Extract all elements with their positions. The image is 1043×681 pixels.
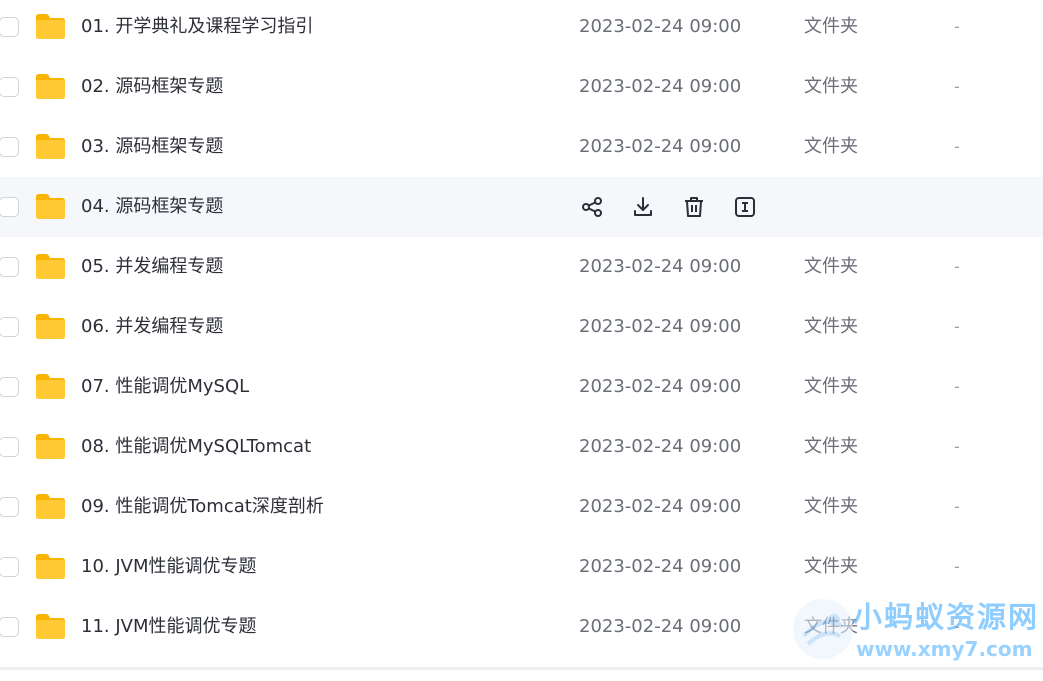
file-type: 文件夹: [804, 556, 858, 577]
modified-date: 2023-02-24 09:00: [579, 496, 742, 517]
row-checkbox[interactable]: [0, 77, 19, 97]
folder-icon: [36, 314, 65, 339]
modified-date: 2023-02-24 09:00: [579, 136, 742, 157]
file-size: -: [954, 17, 960, 36]
file-row[interactable]: 02. 源码框架专题 2023-02-24 09:00 文件夹 -: [0, 57, 1043, 117]
download-icon[interactable]: [629, 193, 657, 221]
delete-icon[interactable]: [680, 193, 708, 221]
file-row[interactable]: 06. 并发编程专题 2023-02-24 09:00 文件夹 -: [0, 297, 1043, 357]
folder-icon: [36, 254, 65, 279]
row-checkbox[interactable]: [0, 497, 19, 517]
modified-date: 2023-02-24 09:00: [579, 16, 742, 37]
row-checkbox[interactable]: [0, 617, 19, 637]
file-row-hovered[interactable]: 04. 源码框架专题: [0, 177, 1043, 237]
file-type: 文件夹: [804, 436, 858, 457]
modified-date: 2023-02-24 09:00: [579, 316, 742, 337]
file-name[interactable]: 05. 并发编程专题: [81, 237, 223, 297]
folder-icon: [36, 614, 65, 639]
row-checkbox[interactable]: [0, 137, 19, 157]
folder-icon: [36, 194, 65, 219]
file-name[interactable]: 03. 源码框架专题: [81, 117, 223, 177]
file-name[interactable]: 01. 开学典礼及课程学习指引: [81, 0, 313, 57]
file-size: -: [954, 77, 960, 96]
file-size: -: [954, 377, 960, 396]
file-name[interactable]: 08. 性能调优MySQLTomcat: [81, 417, 311, 477]
file-type: 文件夹: [804, 136, 858, 157]
row-checkbox[interactable]: [0, 197, 19, 217]
file-name[interactable]: 09. 性能调优Tomcat深度剖析: [81, 477, 324, 537]
modified-date: 2023-02-24 09:00: [579, 256, 742, 277]
file-row[interactable]: 01. 开学典礼及课程学习指引 2023-02-24 09:00 文件夹 -: [0, 0, 1043, 57]
modified-date: 2023-02-24 09:00: [579, 376, 742, 397]
folder-icon: [36, 74, 65, 99]
file-row[interactable]: 03. 源码框架专题 2023-02-24 09:00 文件夹 -: [0, 117, 1043, 177]
file-row[interactable]: 05. 并发编程专题 2023-02-24 09:00 文件夹 -: [0, 237, 1043, 297]
row-actions: [578, 193, 782, 221]
file-size: -: [954, 437, 960, 456]
file-name[interactable]: 10. JVM性能调优专题: [81, 537, 257, 597]
row-checkbox[interactable]: [0, 557, 19, 577]
file-type: 文件夹: [804, 496, 858, 517]
file-row[interactable]: 11. JVM性能调优专题 2023-02-24 09:00 文件夹 -: [0, 597, 1043, 657]
file-type: 文件夹: [804, 256, 858, 277]
folder-icon: [36, 374, 65, 399]
list-bottom-divider: [0, 667, 1043, 670]
file-name[interactable]: 02. 源码框架专题: [81, 57, 223, 117]
file-type: 文件夹: [804, 16, 858, 37]
folder-icon: [36, 554, 65, 579]
row-checkbox[interactable]: [0, 377, 19, 397]
modified-date: 2023-02-24 09:00: [579, 616, 742, 637]
file-row[interactable]: 10. JVM性能调优专题 2023-02-24 09:00 文件夹 -: [0, 537, 1043, 597]
file-type: 文件夹: [804, 376, 858, 397]
file-row[interactable]: 08. 性能调优MySQLTomcat 2023-02-24 09:00 文件夹…: [0, 417, 1043, 477]
file-size: -: [954, 317, 960, 336]
file-list: 01. 开学典礼及课程学习指引 2023-02-24 09:00 文件夹 - 0…: [0, 0, 1043, 657]
rename-icon[interactable]: [731, 193, 759, 221]
file-size: -: [954, 137, 960, 156]
file-type: 文件夹: [804, 616, 858, 637]
folder-icon: [36, 494, 65, 519]
row-checkbox[interactable]: [0, 437, 19, 457]
file-row[interactable]: 09. 性能调优Tomcat深度剖析 2023-02-24 09:00 文件夹 …: [0, 477, 1043, 537]
file-size: -: [954, 557, 960, 576]
file-row[interactable]: 07. 性能调优MySQL 2023-02-24 09:00 文件夹 -: [0, 357, 1043, 417]
file-name[interactable]: 11. JVM性能调优专题: [81, 597, 257, 657]
folder-icon: [36, 434, 65, 459]
file-size: -: [954, 497, 960, 516]
row-checkbox[interactable]: [0, 17, 19, 37]
row-checkbox[interactable]: [0, 257, 19, 277]
share-icon[interactable]: [578, 193, 606, 221]
file-name[interactable]: 06. 并发编程专题: [81, 297, 223, 357]
file-type: 文件夹: [804, 76, 858, 97]
file-name[interactable]: 04. 源码框架专题: [81, 177, 223, 237]
modified-date: 2023-02-24 09:00: [579, 76, 742, 97]
file-name[interactable]: 07. 性能调优MySQL: [81, 357, 249, 417]
modified-date: 2023-02-24 09:00: [579, 556, 742, 577]
row-checkbox[interactable]: [0, 317, 19, 337]
file-size: -: [954, 617, 960, 636]
folder-icon: [36, 14, 65, 39]
modified-date: 2023-02-24 09:00: [579, 436, 742, 457]
folder-icon: [36, 134, 65, 159]
file-type: 文件夹: [804, 316, 858, 337]
file-size: -: [954, 257, 960, 276]
